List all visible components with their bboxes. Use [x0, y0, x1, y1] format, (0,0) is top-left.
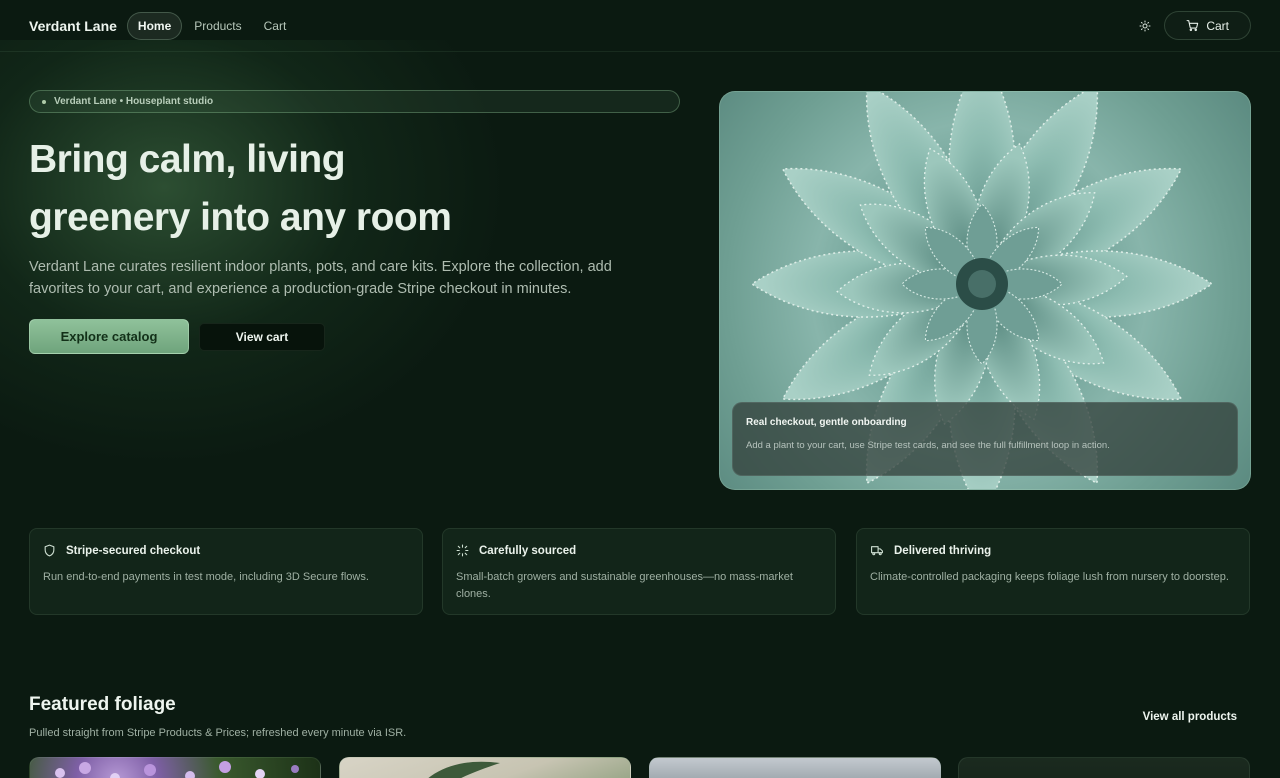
cart-icon [1186, 20, 1199, 32]
badge-dot [42, 99, 46, 104]
feature-card-sourced: Carefully sourced Small-batch growers an… [442, 528, 836, 615]
product-card[interactable] [339, 757, 631, 778]
feature-card-checkout: Stripe-secured checkout Run end-to-end p… [29, 528, 423, 615]
nav-link-home[interactable]: Home [126, 11, 183, 40]
truck-icon [871, 546, 883, 556]
brand-logo[interactable]: Verdant Lane [29, 18, 117, 34]
caption-text: Add a plant to your cart, use Stripe tes… [746, 440, 1110, 451]
nav-link-cart[interactable]: Cart [254, 13, 297, 39]
hero-title-line1: Bring calm, living [29, 138, 346, 181]
agave-leaves-inner [901, 203, 1063, 365]
shield-icon [44, 544, 55, 557]
feature-description: Climate-controlled packaging keeps folia… [870, 571, 1229, 583]
nav-link-products[interactable]: Products [184, 13, 251, 39]
hero-badge: Verdant Lane • Houseplant studio [29, 90, 680, 113]
featured-section-title: Featured foliage [29, 694, 176, 715]
view-all-products-link[interactable]: View all products [1143, 711, 1237, 723]
explore-catalog-button[interactable]: Explore catalog [29, 319, 189, 354]
view-cart-button[interactable]: View cart [199, 323, 325, 351]
feature-title: Stripe-secured checkout [66, 544, 201, 557]
hero-image-caption: Real checkout, gentle onboarding Add a p… [732, 402, 1238, 476]
product-card[interactable] [958, 757, 1250, 778]
product-card[interactable] [29, 757, 321, 778]
featured-section-subtitle: Pulled straight from Stripe Products & P… [29, 727, 407, 739]
product-image-leaf [428, 761, 500, 778]
caption-title: Real checkout, gentle onboarding [746, 417, 907, 428]
cart-button-label: Cart [1206, 18, 1229, 33]
hero-badge-text: Verdant Lane • Houseplant studio [54, 96, 214, 107]
cart-button[interactable]: Cart [1164, 11, 1251, 40]
hero-description: Verdant Lane curates resilient indoor pl… [29, 259, 612, 297]
hero-title: Bring calm, living greenery into any roo… [29, 131, 649, 247]
feature-title: Delivered thriving [894, 544, 992, 557]
theme-toggle-button[interactable] [1134, 15, 1156, 37]
feature-title: Carefully sourced [479, 544, 577, 557]
top-nav: Verdant Lane Home Products Cart Cart [0, 0, 1280, 52]
product-image-flowers [55, 761, 299, 778]
feature-card-delivery: Delivered thriving Climate-controlled pa… [856, 528, 1250, 615]
sun-icon [1139, 20, 1151, 31]
product-card[interactable] [649, 757, 941, 778]
sparkle-icon [456, 544, 469, 557]
feature-description: Run end-to-end payments in test mode, in… [43, 571, 369, 583]
feature-description: Small-batch growers and sustainable gree… [456, 571, 793, 600]
hero-title-line2: greenery into any room [29, 196, 452, 239]
